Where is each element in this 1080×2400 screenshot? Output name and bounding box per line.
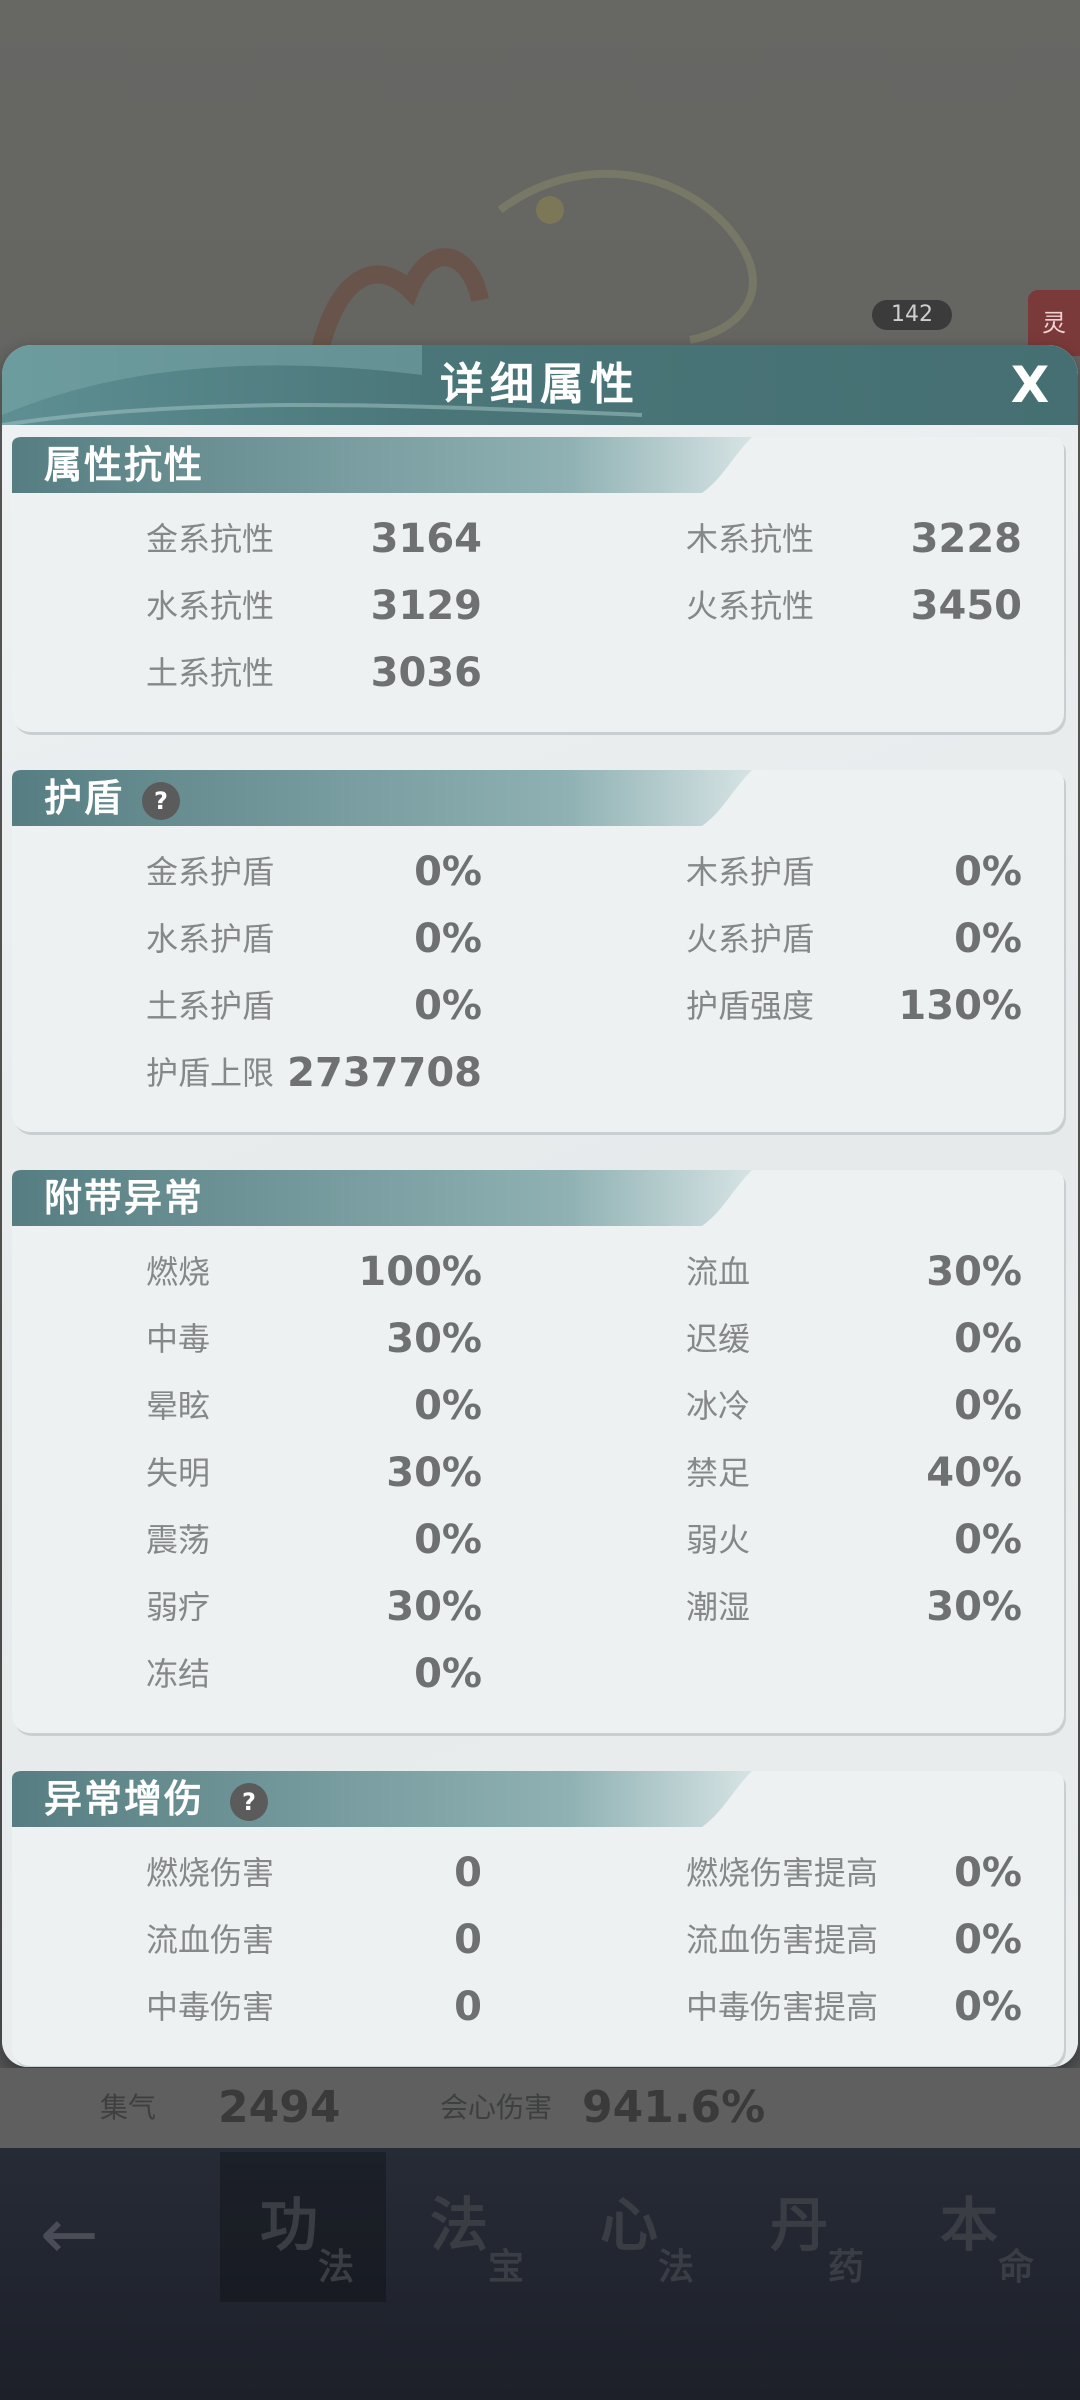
stat-label: 燃烧	[146, 1253, 211, 1291]
tab-main-label: 本	[940, 2191, 999, 2259]
stat-value: 3164	[370, 516, 482, 562]
arrow-left-icon[interactable]: ←	[40, 2194, 140, 2274]
stat-value: 130%	[898, 983, 1022, 1029]
section-header: 护盾?	[12, 770, 752, 826]
stat-value: 0%	[414, 916, 482, 962]
stat-label: 弱疗	[146, 1588, 211, 1626]
qi-value: 2494	[218, 2082, 341, 2133]
stat-value: 0%	[954, 1984, 1022, 2030]
tab-3[interactable]: 心法	[560, 2152, 726, 2302]
stat-value: 0%	[954, 1917, 1022, 1963]
stat-value: 0%	[414, 1651, 482, 1697]
close-button[interactable]: X	[1002, 357, 1058, 413]
stat-label: 潮湿	[686, 1588, 751, 1626]
section-header: 附带异常	[12, 1170, 752, 1226]
stat-value: 3450	[910, 583, 1022, 629]
section-title: 护盾	[44, 776, 125, 820]
stat-value: 100%	[358, 1249, 482, 1295]
stat-value: 0%	[954, 916, 1022, 962]
crit-damage-label: 会心伤害	[440, 2091, 553, 2124]
stat-value: 0	[454, 1917, 482, 1963]
stat-label: 禁足	[686, 1454, 751, 1492]
section-3: 附带异常燃烧 100% 流血 30% 中毒 30% 迟缓 0% 晕眩 0% 冰冷 0% 失明 30% 禁足 4…	[12, 1170, 1064, 1733]
stat-label: 冻结	[146, 1655, 211, 1693]
stat-label: 流血	[686, 1253, 751, 1291]
section-header: 属性抗性	[12, 437, 752, 493]
stat-value: 30%	[386, 1584, 482, 1630]
tab-4[interactable]: 丹药	[730, 2152, 896, 2302]
stat-value: 30%	[386, 1316, 482, 1362]
stat-value: 30%	[926, 1249, 1022, 1295]
stat-label: 中毒	[146, 1320, 211, 1358]
section-4: 异常增伤? 燃烧伤害 0 燃烧伤害提高 0% 流血伤害 0 流血伤害提高 0% 中毒伤害 0 中毒伤害…	[12, 1771, 1064, 2066]
tab-1[interactable]: 功法	[220, 2152, 386, 2302]
tab-sub-label: 药	[828, 2247, 865, 2288]
stat-value: 3036	[370, 650, 482, 696]
stat-value: 0%	[954, 1850, 1022, 1896]
tab-2[interactable]: 法宝	[390, 2152, 556, 2302]
stat-value: 0%	[414, 849, 482, 895]
modal-title: 详细属性	[440, 359, 640, 410]
stat-value: 0%	[954, 1517, 1022, 1563]
stat-value: 0%	[414, 1517, 482, 1563]
tab-5[interactable]: 本命	[900, 2152, 1066, 2302]
stat-value: 0%	[414, 983, 482, 1029]
tab-sub-label: 法	[318, 2247, 355, 2288]
stat-value: 0%	[954, 849, 1022, 895]
tab-main-label: 丹	[770, 2191, 829, 2259]
stat-value: 40%	[926, 1450, 1022, 1496]
stat-value: 0	[454, 1850, 482, 1896]
stat-value: 0%	[954, 1316, 1022, 1362]
stat-value: 3129	[370, 583, 482, 629]
stat-label: 晕眩	[146, 1387, 211, 1425]
stat-value: 2737708	[287, 1050, 482, 1096]
section-header: 异常增伤?	[12, 1771, 752, 1827]
modal-header: 详细属性 X	[2, 345, 1078, 425]
stat-value: 0	[454, 1984, 482, 2030]
stat-label: 冰冷	[686, 1387, 751, 1425]
crit-damage-value: 941.6%	[582, 2082, 766, 2133]
stats-status-line: 集气 2494 会心伤害 941.6%	[0, 2068, 1080, 2148]
stat-label: 失明	[146, 1454, 211, 1492]
modal-body[interactable]: 属性抗性 金系抗性 3164 木系抗性 3228 水系抗性 3129 火系抗性 3450 土系抗性…	[2, 425, 1078, 2067]
section-1: 属性抗性 金系抗性 3164 木系抗性 3228 水系抗性 3129 火系抗性 3450 土系抗性…	[12, 437, 1064, 732]
section-title: 附带异常	[44, 1176, 205, 1220]
tab-sub-label: 命	[998, 2247, 1035, 2288]
stat-value: 30%	[386, 1450, 482, 1496]
tab-main-label: 功	[260, 2191, 319, 2259]
tab-main-label: 心	[600, 2191, 659, 2259]
stat-label: 弱火	[686, 1521, 751, 1559]
stat-label: 迟缓	[686, 1320, 751, 1358]
stat-value: 3228	[910, 516, 1022, 562]
attribute-detail-modal: 详细属性 X 属性抗性 金系抗性 3164 木系抗性 3228 水系抗性 3129 火系抗性 3…	[2, 345, 1078, 2067]
stat-value: 0%	[954, 1383, 1022, 1429]
level-badge: 142	[872, 300, 952, 330]
qi-label: 集气	[100, 2091, 157, 2124]
bottom-tab-bar: ← 功法法宝心法丹药本命	[0, 2148, 1080, 2400]
help-icon[interactable]: ?	[230, 1783, 268, 1821]
help-icon[interactable]: ?	[142, 782, 180, 820]
section-title: 异常增伤	[44, 1777, 205, 1821]
section-2: 护盾? 金系护盾 0% 木系护盾 0% 水系护盾 0% 火系护盾 0% 土系护盾 0% 护盾强度 130…	[12, 770, 1064, 1132]
tab-sub-label: 宝	[488, 2247, 525, 2288]
character-art	[311, 169, 757, 353]
stat-value: 30%	[926, 1584, 1022, 1630]
stat-value: 0%	[414, 1383, 482, 1429]
tab-sub-label: 法	[658, 2247, 695, 2288]
stat-label: 震荡	[146, 1521, 211, 1559]
tab-main-label: 法	[430, 2191, 489, 2259]
section-title: 属性抗性	[44, 443, 205, 487]
